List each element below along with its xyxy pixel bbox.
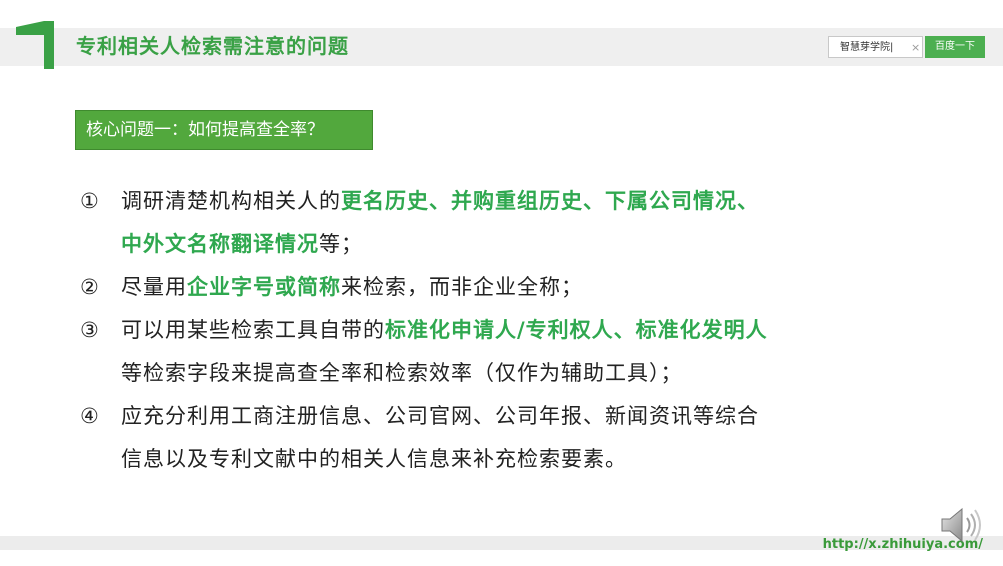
search-button[interactable]: 百度一下 (925, 36, 985, 58)
clear-icon[interactable]: × (911, 41, 920, 54)
page-title: 专利相关人检索需注意的问题 (76, 34, 349, 58)
search-query-text: 智慧芽学院| (840, 42, 894, 53)
item-number: ② (80, 275, 100, 299)
item-number: ④ (80, 404, 100, 428)
list-item: ① 调研清楚机构相关人的更名历史、并购重组历史、下属公司情况、中外文名称翻译情况… (78, 180, 768, 266)
core-question-label: 核心问题一：如何提高查全率？ (75, 110, 373, 150)
item-text: 尽量用 (121, 275, 187, 299)
speaker-icon[interactable] (938, 505, 986, 545)
item-text: 应充分利用工商注册信息、公司官网、公司年报、新闻资讯等综合信息以及专利文献中的相… (121, 404, 759, 471)
item-text-after: 来检索，而非企业全称； (341, 275, 583, 299)
list-item: ③ 可以用某些检索工具自带的标准化申请人/专利权人、标准化发明人等检索字段来提高… (78, 309, 768, 395)
question-list: ① 调研清楚机构相关人的更名历史、并购重组历史、下属公司情况、中外文名称翻译情况… (78, 180, 768, 481)
item-text: 调研清楚机构相关人的 (121, 189, 341, 213)
search-input[interactable]: 智慧芽学院| × (828, 36, 923, 58)
item-text-after: 等； (319, 232, 363, 256)
item-number: ① (80, 189, 100, 213)
list-item: ④ 应充分利用工商注册信息、公司官网、公司年报、新闻资讯等综合信息以及专利文献中… (78, 395, 768, 481)
slide: 专利相关人检索需注意的问题 智慧芽学院| × 百度一下 核心问题一：如何提高查全… (0, 0, 1003, 566)
big-one-icon (16, 21, 54, 69)
item-highlight: 企业字号或简称 (187, 275, 341, 299)
item-highlight: 标准化申请人/专利权人、标准化发明人 (385, 318, 768, 342)
item-number: ③ (80, 318, 100, 342)
item-text-after: 等检索字段来提高查全率和检索效率（仅作为辅助工具）； (121, 361, 683, 385)
list-item: ② 尽量用企业字号或简称来检索，而非企业全称； (78, 266, 768, 309)
item-text: 可以用某些检索工具自带的 (121, 318, 385, 342)
